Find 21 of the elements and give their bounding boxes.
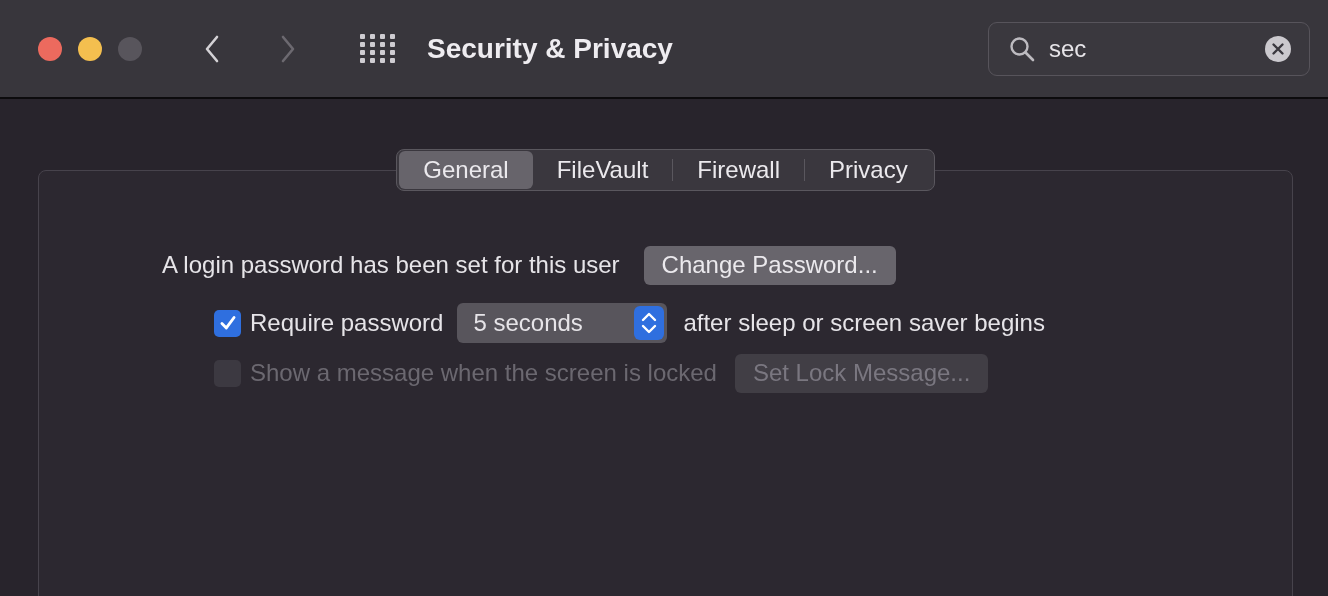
search-icon <box>1009 35 1035 62</box>
tab[interactable]: FileVault <box>532 151 673 189</box>
tab[interactable]: Privacy <box>805 151 932 189</box>
search-field[interactable]: sec <box>988 21 1310 76</box>
delay-description: after sleep or screen saver begins <box>683 309 1045 337</box>
window-close-button[interactable] <box>38 36 62 61</box>
grid-icon[interactable] <box>360 33 396 64</box>
window-minimize-button[interactable] <box>78 36 102 61</box>
stepper-icon <box>634 306 665 340</box>
search-query: sec <box>1049 34 1087 63</box>
clear-icon[interactable] <box>1265 35 1291 62</box>
checkbox-label: Show a message when the screen is locked <box>250 359 717 387</box>
back-chevron-icon[interactable] <box>204 34 220 63</box>
login-status-text: A login password has been set for this user <box>162 251 620 279</box>
checkbox-label: Require password <box>250 309 444 337</box>
tab[interactable]: Firewall <box>673 151 804 189</box>
delay-popup[interactable]: 5 seconds <box>457 303 668 343</box>
checkbox[interactable] <box>214 309 241 337</box>
change-password-button[interactable]: Change Password... <box>643 245 896 285</box>
window-title: Security & Privacy <box>427 32 673 65</box>
tab[interactable]: General <box>399 151 533 189</box>
